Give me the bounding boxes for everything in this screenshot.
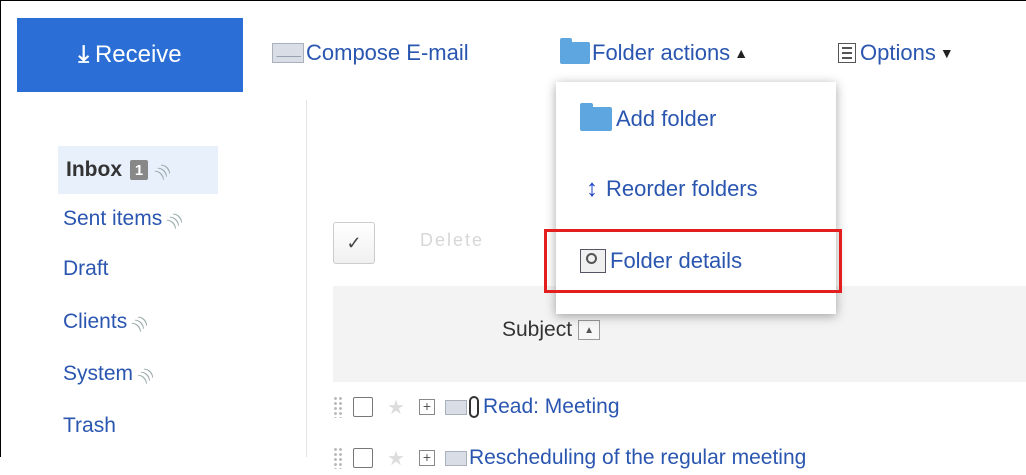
options-button[interactable]: Options ▼	[838, 36, 954, 70]
rss-icon: )))	[129, 312, 150, 332]
folder-icon	[580, 103, 612, 131]
delete-button[interactable]: Delete	[420, 230, 484, 251]
rss-icon: )))	[135, 364, 156, 384]
rss-icon: )))	[164, 209, 185, 229]
sidebar-item-trash[interactable]: Trash	[63, 414, 116, 438]
sidebar-item-label: Trash	[63, 414, 116, 437]
rss-icon: )))	[152, 160, 173, 180]
sidebar-item-label: Inbox	[66, 158, 122, 181]
sidebar-item-label: System	[63, 362, 134, 385]
sidebar-item-clients[interactable]: Clients )))	[63, 310, 150, 334]
sidebar-item-sent-items[interactable]: Sent items )))	[63, 207, 185, 231]
menu-item-label: Add folder	[616, 106, 717, 131]
highlight-box	[544, 229, 842, 293]
subject-header-label: Subject	[502, 318, 573, 341]
options-label: Options	[860, 40, 936, 65]
star-icon[interactable]: ★	[387, 446, 405, 471]
row-checkbox[interactable]	[353, 397, 373, 417]
drag-handle-icon[interactable]	[333, 447, 343, 469]
sort-ascending-icon[interactable]: ▲	[578, 320, 601, 340]
mail-icon	[444, 399, 467, 415]
window-top-border	[0, 0, 1026, 1]
compose-email-label: Compose E-mail	[306, 40, 469, 65]
caret-down-icon: ▼	[939, 45, 954, 61]
menu-item-add-folder[interactable]: Add folder	[580, 102, 716, 136]
attachment-icon	[468, 396, 479, 418]
mail-icon	[444, 450, 467, 466]
list-icon	[838, 43, 856, 63]
drag-handle-icon[interactable]	[333, 396, 343, 418]
reorder-icon: ↕	[586, 175, 598, 202]
expand-icon[interactable]: +	[418, 399, 435, 415]
table-row[interactable]: ★ + Rescheduling of the regular meeting	[333, 441, 806, 475]
table-row[interactable]: ★ + Read: Meeting	[333, 390, 620, 424]
folder-actions-button[interactable]: Folder actions ▲	[560, 36, 748, 70]
sidebar-divider	[306, 100, 307, 457]
subject-column-header[interactable]: Subject ▲	[502, 318, 601, 342]
sidebar-item-label: Draft	[63, 257, 109, 280]
receive-label: Receive	[94, 41, 182, 68]
sidebar-item-system[interactable]: System )))	[63, 362, 155, 386]
caret-up-icon: ▲	[734, 45, 749, 61]
star-icon[interactable]: ★	[387, 395, 405, 420]
mail-icon	[272, 43, 304, 63]
sidebar-item-label: Sent items	[63, 207, 163, 230]
receive-button[interactable]: ⤓ Receive	[17, 18, 243, 92]
window-left-border	[0, 0, 1, 457]
download-icon: ⤓	[78, 41, 89, 68]
check-icon: ✓	[346, 232, 362, 253]
menu-item-reorder-folders[interactable]: ↕ Reorder folders	[580, 172, 758, 206]
folder-actions-label: Folder actions	[592, 40, 731, 65]
sidebar-item-inbox[interactable]: Inbox 1 )))	[58, 146, 218, 194]
compose-email-button[interactable]: Compose E-mail	[272, 36, 469, 70]
menu-item-label: Reorder folders	[606, 176, 758, 201]
expand-icon[interactable]: +	[418, 450, 435, 466]
sidebar-item-label: Clients	[63, 310, 128, 333]
mail-subject-link[interactable]: Rescheduling of the regular meeting	[469, 446, 806, 470]
folder-icon	[560, 38, 590, 64]
select-all-checkbox[interactable]: ✓	[333, 222, 375, 264]
unread-count-badge: 1	[130, 160, 148, 180]
sidebar-item-draft[interactable]: Draft	[63, 257, 109, 281]
row-checkbox[interactable]	[353, 448, 373, 468]
mail-subject-link[interactable]: Read: Meeting	[483, 395, 620, 419]
